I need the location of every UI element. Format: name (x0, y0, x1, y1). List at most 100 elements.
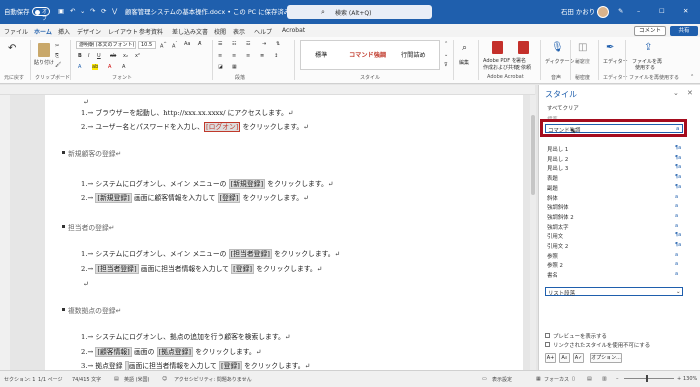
chevron-down-icon[interactable]: ⌄ (673, 89, 679, 97)
ribbon-collapse-icon[interactable]: ⌃ (690, 74, 694, 80)
sign-button-line1[interactable]: 署名 (516, 57, 526, 64)
save-icon[interactable]: ▣ (58, 7, 64, 15)
web-layout-icon[interactable]: ▥ (602, 376, 607, 382)
undo-icon[interactable]: ↶ (8, 43, 16, 54)
search-icon[interactable]: ⌕ (462, 43, 467, 53)
status-accessibility[interactable]: アクセシビリティ: 問題ありません (174, 376, 252, 383)
multilevel-icon[interactable]: ☲ (246, 41, 250, 47)
gallery-down-icon[interactable]: ⌄ (444, 52, 448, 58)
underline-icon[interactable]: U (97, 53, 101, 59)
sign-icon[interactable] (518, 41, 529, 54)
tab-file[interactable]: ファイル (4, 27, 28, 36)
clear-format-icon[interactable]: A̸ (198, 41, 201, 47)
tab-insert[interactable]: 挿入 (58, 27, 70, 36)
strikethrough-icon[interactable]: ab (110, 53, 116, 59)
style-item[interactable]: 書名 a (547, 271, 678, 279)
create-pdf-button-line1[interactable]: Adobe PDF を (483, 57, 517, 64)
style-item-command[interactable]: コマンド強調 a (545, 124, 683, 134)
status-zoom[interactable]: 130% (683, 376, 697, 382)
sort-icon[interactable]: ⇅ (276, 41, 280, 47)
document-scrollbar[interactable] (530, 95, 536, 370)
accessibility-icon[interactable]: ☺ (162, 376, 167, 382)
style-item[interactable]: 副題 ¶a (547, 184, 681, 192)
gallery-up-icon[interactable]: ⌃ (444, 41, 448, 47)
style-item-list-paragraph[interactable]: リスト段落 ⌄ (545, 287, 683, 297)
create-pdf-button-line2[interactable]: 作成および共有 (483, 64, 518, 71)
style-item[interactable]: 見出し 3 ¶a (547, 164, 681, 172)
bold-icon[interactable]: B (78, 53, 82, 59)
preview-checkbox[interactable] (545, 333, 550, 338)
superscript-icon[interactable]: x² (135, 53, 140, 59)
style-item[interactable]: 引用文 2 ¶a (547, 242, 681, 250)
text-effects-icon[interactable]: A (78, 64, 81, 70)
bullets-icon[interactable]: ☰ (218, 41, 222, 47)
editing-button[interactable]: 編集 (459, 59, 469, 66)
highlight-icon[interactable]: ab (92, 64, 99, 70)
change-case-icon[interactable]: Aa (184, 41, 190, 47)
borders-icon[interactable]: ▦ (232, 64, 237, 70)
quick-access-more-icon[interactable]: ⋁ (112, 7, 117, 15)
editor-button[interactable]: エディター (603, 58, 628, 65)
style-item[interactable]: 強調斜体 a (547, 203, 678, 211)
style-item[interactable]: 参照 a (547, 252, 678, 260)
shading-icon[interactable]: ◪ (218, 64, 223, 70)
sign-button-line2[interactable]: を依頼 (516, 64, 531, 71)
comment-button[interactable]: コメント (634, 26, 666, 36)
focus-icon[interactable]: ▦ (536, 376, 541, 382)
search-box[interactable]: ⌕ 検索 (Alt+Q) (287, 5, 432, 19)
line-spacing-icon[interactable]: ↕ (274, 53, 278, 59)
microphone-icon[interactable]: 🎙 (551, 42, 564, 53)
justify-icon[interactable]: ≣ (260, 53, 264, 59)
zoom-out-icon[interactable]: – (616, 376, 619, 382)
print-layout-icon[interactable]: ▤ (587, 376, 592, 382)
tab-view[interactable]: 表示 (233, 27, 245, 36)
font-shrink-icon[interactable]: Aˇ (172, 41, 178, 50)
pen-icon[interactable]: ✎ (618, 7, 623, 15)
style-inspector-button[interactable]: A⌕ (559, 353, 570, 363)
close-icon[interactable]: ✕ (683, 7, 688, 15)
italic-icon[interactable]: I (88, 53, 89, 59)
pdf-icon[interactable] (492, 41, 503, 54)
tab-review[interactable]: 校閲 (214, 27, 226, 36)
undo-icon[interactable]: ↶ (70, 7, 75, 15)
sensitivity-button[interactable]: 秘密度 (575, 58, 590, 65)
zoom-slider-knob[interactable] (646, 375, 648, 382)
status-display-settings[interactable]: 表示設定 (492, 376, 512, 383)
refresh-icon[interactable]: ⟳ (101, 7, 106, 15)
tab-acrobat[interactable]: Acrobat (282, 27, 305, 34)
align-left-icon[interactable]: ≡ (218, 53, 222, 59)
zoom-in-icon[interactable]: + (677, 376, 681, 382)
share-file-button-line2[interactable]: 使用する (635, 64, 655, 71)
char-shading-icon[interactable]: A (122, 64, 125, 70)
sensitivity-icon[interactable]: ◫ (578, 42, 587, 53)
tab-help[interactable]: ヘルプ (254, 27, 272, 36)
redo-icon[interactable]: ↷ (90, 7, 95, 15)
tab-references[interactable]: 参考資料 (139, 27, 163, 36)
style-item[interactable]: 斜体 a (547, 194, 678, 202)
editor-icon[interactable]: ✒ (606, 42, 614, 53)
paste-icon[interactable] (38, 43, 50, 57)
style-item[interactable]: 引用文 ¶a (547, 232, 681, 240)
status-focus[interactable]: フォーカス (544, 376, 569, 383)
share-button[interactable]: 共有 (670, 26, 698, 36)
manage-styles-button[interactable]: A✓ (573, 353, 584, 363)
subscript-icon[interactable]: x₂ (123, 53, 128, 59)
font-size-box[interactable]: 10.5 (138, 41, 156, 49)
align-right-icon[interactable]: ≡ (246, 53, 250, 59)
tab-design[interactable]: デザイン (77, 27, 101, 36)
display-settings-icon[interactable]: ▭ (482, 376, 487, 382)
tab-layout[interactable]: レイアウト (108, 27, 138, 36)
scroll-thumb[interactable] (531, 115, 535, 195)
format-painter-icon[interactable]: 🖌 (55, 62, 61, 68)
style-command[interactable]: コマンド強調 (349, 50, 386, 59)
style-item[interactable]: 参照 2 a (547, 261, 678, 269)
style-item-clear-all[interactable]: すべてクリア (547, 104, 579, 112)
gallery-more-icon[interactable]: ⊽ (444, 62, 448, 68)
tab-home[interactable]: ホーム (34, 27, 52, 39)
style-normal[interactable]: 標準 (315, 50, 327, 59)
avatar[interactable] (597, 6, 609, 18)
document-page[interactable]: ↵ 1.→ ブラウザーを起動し、http://xxx.xx.xxxx/ にアクセ… (45, 95, 523, 370)
font-color-icon[interactable]: A (108, 64, 111, 70)
style-item[interactable]: 見出し 2 ¶a (547, 155, 681, 163)
font-name-box[interactable]: 游明朝 (本文のフォント) (76, 41, 136, 49)
